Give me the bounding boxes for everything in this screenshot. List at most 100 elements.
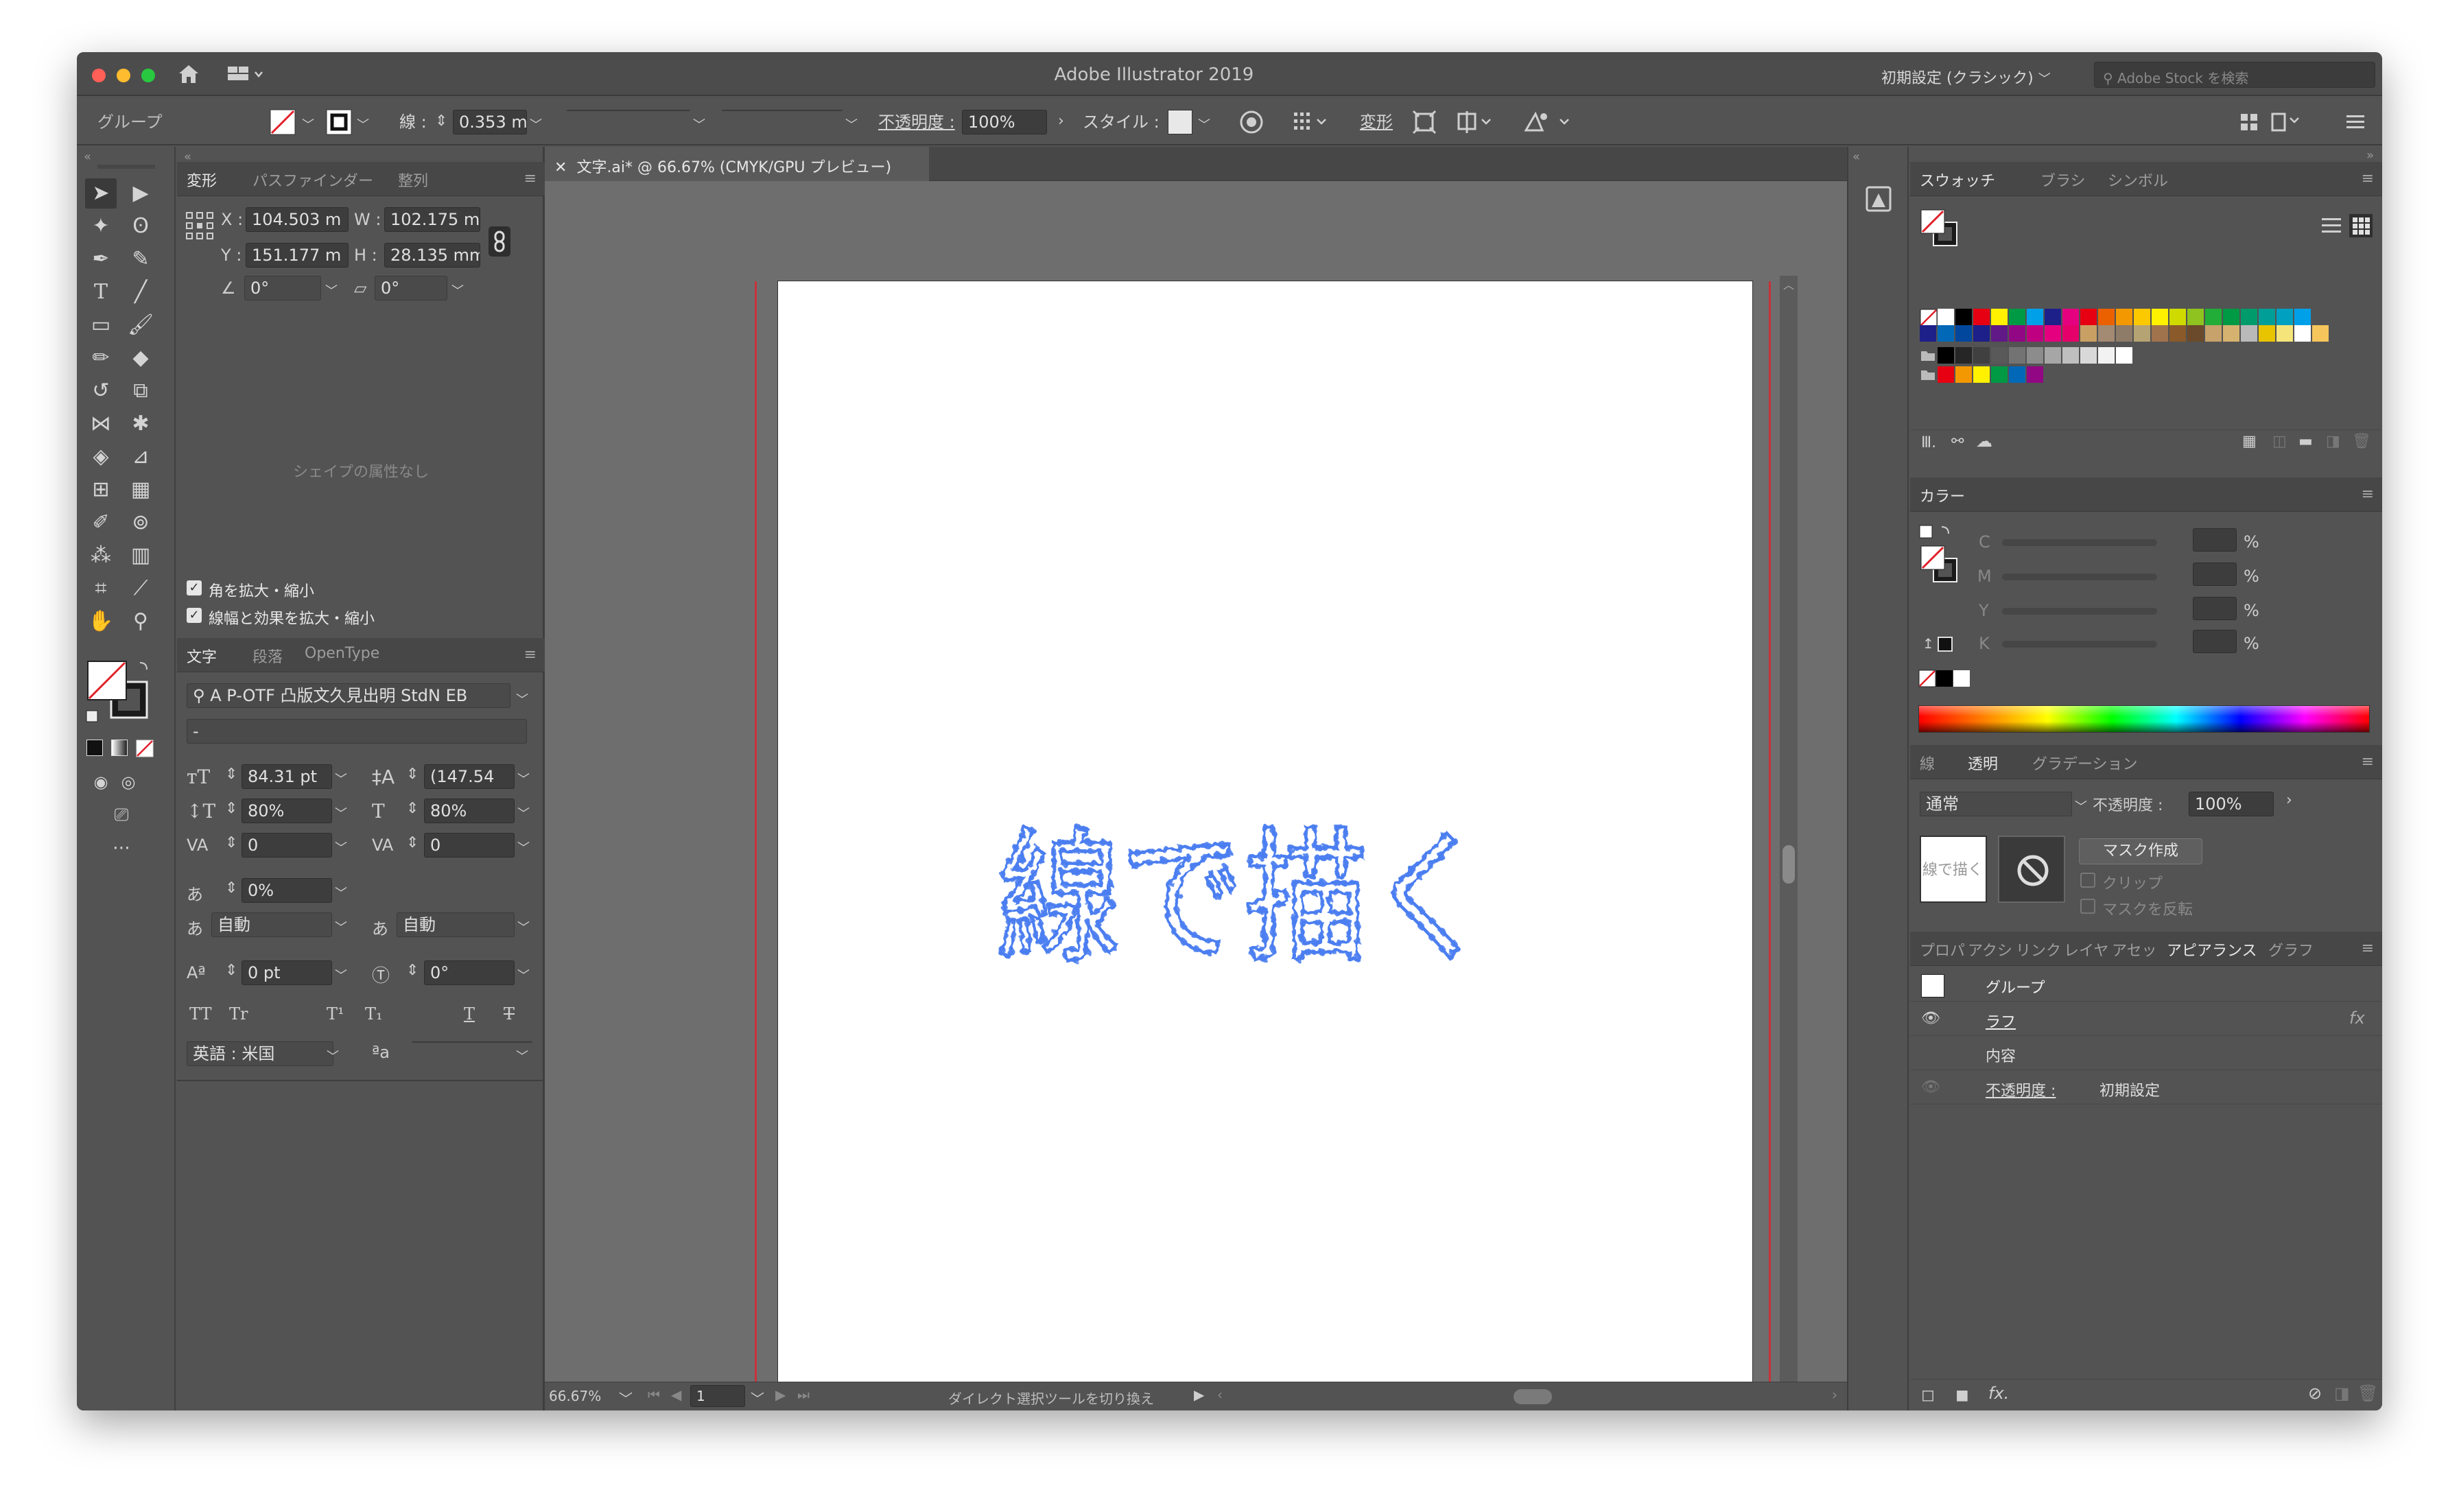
channel-y-slider[interactable] (2002, 608, 2157, 615)
hand-tool-icon[interactable]: ✋ (85, 606, 117, 637)
baseline-shift-input[interactable]: 0 pt (242, 960, 332, 985)
color-swatch[interactable] (2205, 325, 2222, 342)
chevron-down-icon[interactable]: ﹀ (751, 1388, 764, 1408)
color-swatch[interactable] (2152, 325, 2168, 342)
color-swatch[interactable] (2027, 366, 2043, 383)
make-mask-button[interactable]: マスク作成 (2079, 838, 2202, 864)
direct-selection-tool-icon[interactable]: ▶ (125, 178, 156, 209)
add-stroke-icon[interactable]: ◻ (1921, 1385, 1935, 1404)
scroll-up-icon[interactable]: ︿ (1780, 276, 1798, 294)
color-swatch[interactable] (2294, 309, 2311, 325)
color-swatch[interactable] (2080, 309, 2097, 325)
horizontal-scale-input[interactable]: 80% (424, 799, 515, 823)
out-of-gamut-icon[interactable]: ↥ (1922, 635, 1934, 652)
shape-builder-icon[interactable]: ◈ (85, 442, 117, 472)
delete-item-icon[interactable]: 🗑 (2357, 1384, 2378, 1403)
stepper-icon[interactable]: ⇕ (406, 766, 419, 783)
color-swatch[interactable] (1938, 366, 1954, 383)
tab-opentype[interactable]: OpenType (305, 645, 379, 662)
color-swatch[interactable] (2223, 309, 2239, 325)
tab-layers[interactable]: レイヤ (2064, 938, 2108, 960)
chevron-down-icon[interactable]: ﹀ (517, 838, 530, 856)
chevron-down-icon[interactable]: ﹀ (619, 1388, 633, 1408)
channel-k-slider[interactable] (2002, 641, 2157, 648)
color-swatch[interactable] (2045, 309, 2061, 325)
blend-mode-dropdown[interactable]: 通常 (1920, 792, 2072, 816)
paintbrush-icon[interactable]: 🖌 (125, 310, 156, 340)
panel-arrange-icon[interactable] (2238, 111, 2263, 133)
object-thumbnail[interactable]: 線で描く (1920, 836, 1987, 903)
chevron-down-icon[interactable]: ﹀ (302, 115, 314, 133)
stepper-icon[interactable]: ⇕ (225, 834, 237, 851)
color-swatch[interactable] (2098, 347, 2115, 364)
stepper-icon[interactable]: ⇕ (225, 800, 237, 817)
cloud-icon[interactable]: ☁ (1976, 432, 1992, 451)
rough-effect-link[interactable]: ラフ (1986, 1010, 2016, 1032)
tab-paragraph[interactable]: 段落 (252, 645, 283, 667)
tab-color[interactable]: カラー (1920, 484, 1965, 506)
channel-c-slider[interactable] (2002, 539, 2157, 546)
eyedropper-icon[interactable]: ✐ (85, 508, 117, 538)
appearance-contents-row[interactable]: 内容 (1910, 1036, 2382, 1070)
gradient-mode-button[interactable] (111, 740, 128, 756)
color-swatch[interactable] (2062, 325, 2079, 342)
panel-options-icon[interactable] (2270, 111, 2308, 133)
scale-corners-checkbox[interactable]: ✓ (187, 580, 202, 595)
artboard[interactable]: 線で描く 線で描く (778, 281, 1752, 1410)
stroke-weight-input[interactable]: 0.353 m (453, 110, 527, 134)
constrain-proportions-icon[interactable] (487, 225, 512, 258)
brush-definition-dropdown[interactable]: 基本 (722, 110, 843, 111)
color-swatch[interactable] (2187, 309, 2204, 325)
color-swatch[interactable] (1973, 309, 1990, 325)
grid-view-icon[interactable] (2349, 214, 2373, 237)
chevron-down-icon[interactable]: ﹀ (1198, 115, 1210, 133)
artwork-outlined-text[interactable]: 線で描く 線で描く (994, 811, 1495, 986)
stepper-icon[interactable]: ⇕ (225, 962, 237, 979)
tab-brushes[interactable]: ブラシ (2040, 169, 2086, 191)
symbol-sprayer-icon[interactable]: ⁂ (85, 541, 117, 571)
pen-tool-icon[interactable]: ✒ (85, 244, 117, 274)
color-swatch[interactable] (2098, 325, 2115, 342)
visibility-eye-icon[interactable]: 👁 (1921, 1078, 1940, 1096)
close-tab-icon[interactable]: ✕ (554, 159, 567, 176)
color-swatch[interactable] (2116, 325, 2132, 342)
color-swatch[interactable] (2223, 325, 2239, 342)
color-swatch[interactable] (2205, 309, 2222, 325)
none-mode-button[interactable] (136, 740, 154, 757)
zoom-level[interactable]: 66.67% (549, 1388, 601, 1404)
tab-stroke[interactable]: 線 (1920, 752, 1935, 774)
opacity-label[interactable]: 不透明度 : (878, 110, 955, 134)
chevron-down-icon[interactable]: ﹀ (693, 115, 705, 133)
invert-mask-checkbox[interactable] (2080, 899, 2095, 914)
color-swatch[interactable] (2294, 325, 2311, 342)
align-grid-icon[interactable] (1293, 110, 1331, 134)
tsume-input[interactable]: 0% (242, 878, 332, 903)
chevron-right-icon[interactable]: › (1058, 113, 1064, 130)
first-artboard-icon[interactable]: ⏮ (648, 1386, 660, 1403)
add-effect-icon[interactable]: fx. (1988, 1384, 2009, 1403)
stepper-icon[interactable]: ⇕ (406, 834, 419, 851)
delete-swatch-icon[interactable]: 🗑 (2352, 433, 2371, 450)
tab-pathfinder[interactable]: パスファインダー (252, 169, 373, 191)
color-swatch[interactable] (1973, 366, 1990, 383)
color-swatch[interactable] (2312, 325, 2329, 342)
color-swatch[interactable] (1955, 366, 1972, 383)
line-tool-icon[interactable]: ╱ (125, 277, 156, 307)
color-swatch[interactable] (2027, 347, 2043, 364)
visibility-eye-icon[interactable]: 👁 (1921, 1010, 1940, 1027)
next-artboard-icon[interactable]: ▶ (775, 1386, 786, 1403)
color-swatch[interactable] (2116, 309, 2132, 325)
channel-m-input[interactable] (2193, 563, 2237, 586)
color-swatch[interactable] (1991, 347, 2008, 364)
expand-icon[interactable]: » (2366, 148, 2374, 163)
type-tool-icon[interactable]: T (85, 277, 117, 307)
color-swatch[interactable] (2134, 325, 2150, 342)
blend-tool-icon[interactable]: ⊚ (125, 508, 156, 538)
color-swatch[interactable] (2276, 309, 2293, 325)
add-fill-icon[interactable]: ◼ (1955, 1385, 1969, 1404)
tab-links[interactable]: リンク (2016, 938, 2061, 960)
mesh-tool-icon[interactable]: ⊞ (85, 475, 117, 505)
aki-left-dropdown[interactable]: 自動 (211, 912, 332, 937)
channel-k-input[interactable] (2193, 630, 2237, 653)
color-swatch[interactable] (1973, 347, 1990, 364)
